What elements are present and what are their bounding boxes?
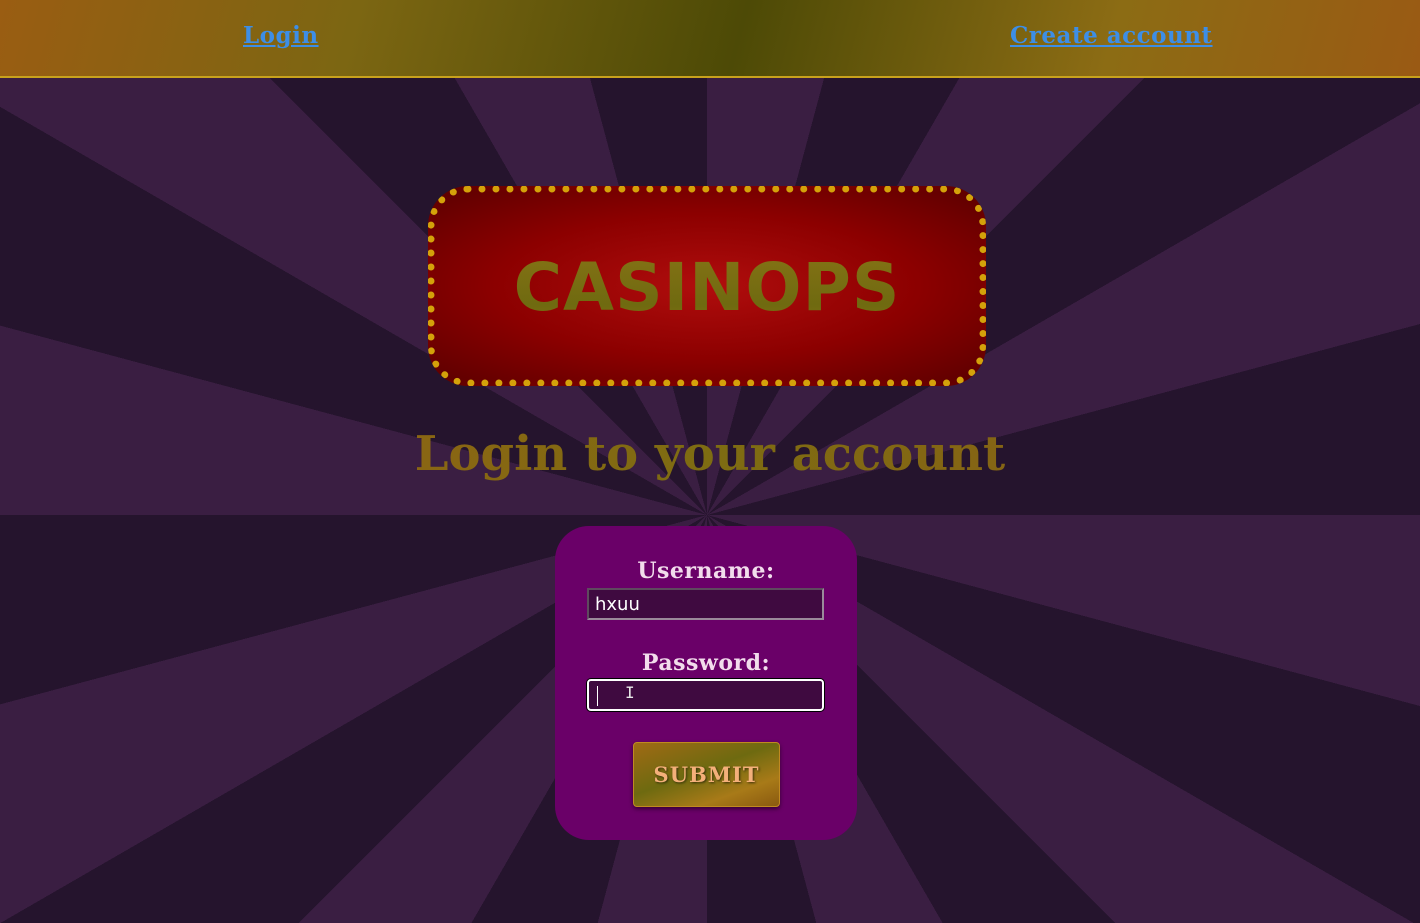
password-label: Password:: [641, 650, 771, 676]
page-title: Login to your account: [0, 426, 1420, 482]
create-account-link[interactable]: Create account: [1010, 22, 1213, 49]
login-link[interactable]: Login: [243, 22, 319, 49]
ibeam-cursor-icon: I: [625, 683, 635, 702]
username-input[interactable]: [587, 588, 824, 620]
password-input[interactable]: I: [587, 679, 824, 711]
submit-button[interactable]: SUBMIT: [633, 742, 780, 807]
top-nav-bar: Login Create account: [0, 0, 1420, 78]
brand-title: CASINOPS: [435, 193, 979, 379]
username-label: Username:: [637, 558, 775, 584]
brand-marquee: CASINOPS: [428, 186, 986, 386]
text-caret: [597, 686, 598, 706]
login-form: Username: Password: I SUBMIT: [555, 526, 857, 840]
